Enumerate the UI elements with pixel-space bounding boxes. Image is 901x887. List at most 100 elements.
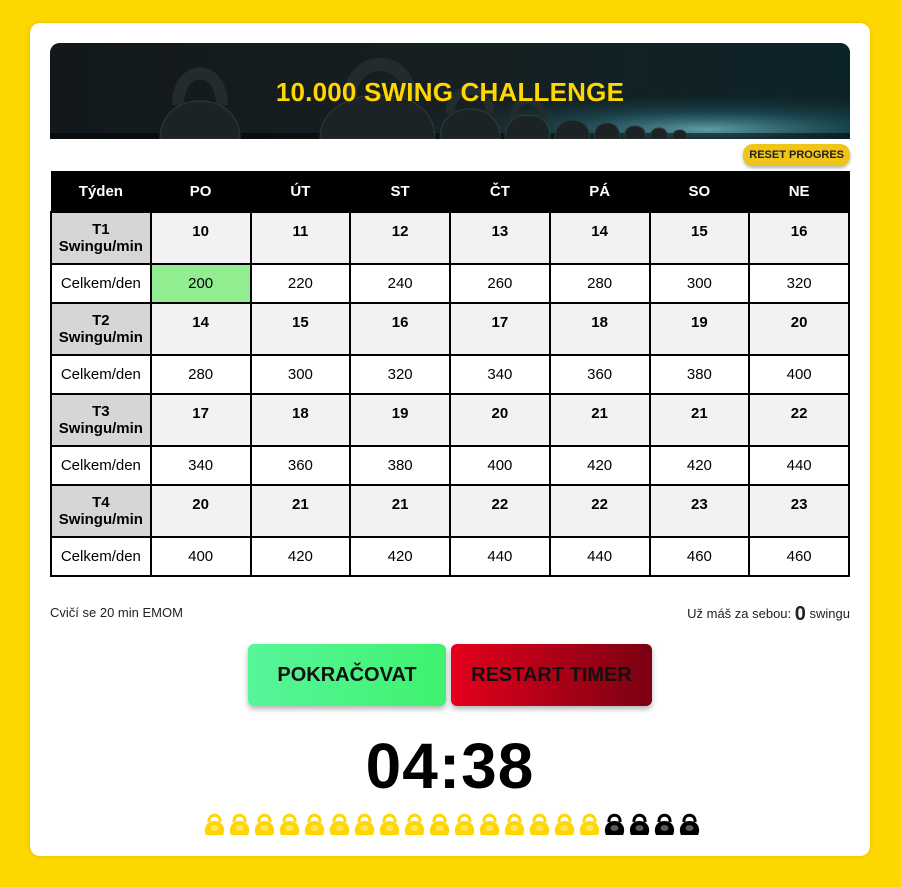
workout-note: Cvičí se 20 min EMOM: [50, 605, 183, 620]
daily-total-cell[interactable]: 460: [748, 536, 850, 577]
daily-total-cell[interactable]: 260: [449, 263, 551, 304]
column-header-day: ÚT: [250, 171, 351, 213]
swings-per-minute-cell: 20: [449, 393, 551, 447]
swings-per-minute-cell: 19: [648, 302, 751, 356]
table-row-swings: T4 Swingu/min 20 21 21 22 22 23 23: [50, 484, 850, 538]
daily-total-cell[interactable]: 440: [449, 536, 551, 577]
week-label-bottom: Swingu/min: [58, 238, 143, 255]
daily-total-cell[interactable]: 380: [648, 354, 751, 395]
kettlebell-icon: [279, 813, 300, 835]
column-header-day: ST: [349, 171, 451, 213]
swings-per-minute-cell: 22: [449, 484, 551, 538]
daily-total-cell[interactable]: 420: [349, 536, 451, 577]
daily-total-cell[interactable]: 340: [449, 354, 551, 395]
week-label: T4 Swingu/min: [50, 484, 152, 538]
daily-total-cell[interactable]: 420: [249, 536, 352, 577]
table-row-totals: Celkem/den 340 360 380 400 420 420 440: [50, 445, 850, 486]
table-row-swings: T2 Swingu/min 14 15 16 17 18 19 20: [50, 302, 850, 356]
column-header-day: PÁ: [549, 171, 650, 213]
reset-progress-button[interactable]: RESET PROGRES: [743, 144, 850, 166]
daily-total-cell[interactable]: 440: [548, 536, 651, 577]
table-row-swings: T1 Swingu/min 10 11 12 13 14 15 16: [50, 211, 850, 265]
total-label: Celkem/den: [50, 445, 152, 486]
daily-total-cell[interactable]: 280: [149, 354, 252, 395]
table-header-row: Týden PO ÚT ST ČT PÁ SO NE: [50, 171, 850, 213]
total-label: Celkem/den: [50, 354, 152, 395]
daily-total-cell[interactable]: 300: [249, 354, 352, 395]
kettlebell-icon: [504, 813, 525, 835]
table-row-swings: T3 Swingu/min 17 18 19 20 21 21 22: [50, 393, 850, 447]
daily-total-cell[interactable]: 400: [149, 536, 252, 577]
kettlebell-icon: [604, 813, 625, 835]
kettlebell-icon: [304, 813, 325, 835]
daily-total-cell[interactable]: 220: [249, 263, 352, 304]
swings-per-minute-cell: 21: [648, 393, 751, 447]
kettlebell-icon: [654, 813, 675, 835]
table-row-totals: Celkem/den 280 300 320 340 360 380 400: [50, 354, 850, 395]
daily-total-cell[interactable]: 440: [748, 445, 850, 486]
swings-per-minute-cell: 21: [249, 484, 352, 538]
daily-total-cell[interactable]: 320: [349, 354, 451, 395]
swings-per-minute-cell: 12: [349, 211, 451, 265]
daily-total-cell[interactable]: 320: [748, 263, 850, 304]
kettlebell-icon: [454, 813, 475, 835]
swings-per-minute-cell: 19: [349, 393, 451, 447]
kettlebell-icon: [379, 813, 400, 835]
schedule-table: Týden PO ÚT ST ČT PÁ SO NE T1 Swingu/min 1…: [50, 171, 850, 577]
daily-total-cell-completed[interactable]: 200: [149, 263, 252, 304]
kettlebell-icon: [204, 813, 225, 835]
page-title: 10.000 SWING CHALLENGE: [275, 77, 625, 107]
column-header-day: SO: [649, 171, 750, 213]
countdown-timer: 04:38: [365, 730, 535, 802]
table-row-totals: Celkem/den 400 420 420 440 440 460 460: [50, 536, 850, 577]
swings-per-minute-cell: 15: [648, 211, 751, 265]
swings-per-minute-cell: 23: [648, 484, 751, 538]
daily-total-cell[interactable]: 300: [648, 263, 751, 304]
swings-per-minute-cell: 13: [449, 211, 551, 265]
column-header-week: Týden: [50, 171, 152, 213]
total-label: Celkem/den: [50, 536, 152, 577]
week-label-top: T3: [92, 403, 110, 420]
swings-per-minute-cell: 20: [748, 302, 850, 356]
swings-per-minute-cell: 21: [349, 484, 451, 538]
week-label-top: T4: [92, 494, 110, 511]
swing-counter-value: 0: [794, 603, 806, 625]
daily-total-cell[interactable]: 380: [349, 445, 451, 486]
column-header-day: ČT: [449, 171, 551, 213]
swings-per-minute-cell: 15: [249, 302, 352, 356]
kettlebell-icon: [679, 813, 700, 835]
swing-counter: Už máš za sebou: 0 swingu: [687, 603, 850, 626]
swings-per-minute-cell: 10: [149, 211, 252, 265]
week-label-bottom: Swingu/min: [58, 329, 143, 346]
kettlebell-icon: [329, 813, 350, 835]
swings-per-minute-cell: 14: [149, 302, 252, 356]
daily-total-cell[interactable]: 420: [548, 445, 651, 486]
daily-total-cell[interactable]: 400: [748, 354, 850, 395]
challenge-card: 10.000 SWING CHALLENGE RESET PROGRES Týd…: [30, 23, 870, 856]
column-header-day: PO: [150, 171, 251, 213]
total-label: Celkem/den: [50, 263, 152, 304]
daily-total-cell[interactable]: 420: [648, 445, 751, 486]
kettlebell-icon: [479, 813, 500, 835]
swings-per-minute-cell: 17: [449, 302, 551, 356]
minute-progress: [202, 810, 702, 838]
daily-total-cell[interactable]: 240: [349, 263, 451, 304]
week-label-top: T1: [92, 221, 110, 238]
daily-total-cell[interactable]: 460: [648, 536, 751, 577]
daily-total-cell[interactable]: 340: [149, 445, 252, 486]
daily-total-cell[interactable]: 360: [548, 354, 651, 395]
continue-button[interactable]: POKRAČOVAT: [248, 644, 446, 706]
daily-total-cell[interactable]: 360: [249, 445, 352, 486]
banner: 10.000 SWING CHALLENGE: [50, 43, 850, 139]
daily-total-cell[interactable]: 280: [548, 263, 651, 304]
swings-per-minute-cell: 21: [548, 393, 651, 447]
swings-per-minute-cell: 18: [548, 302, 651, 356]
restart-timer-button[interactable]: RESTART TIMER: [451, 644, 652, 706]
swings-per-minute-cell: 22: [748, 393, 850, 447]
week-label-bottom: Swingu/min: [58, 511, 143, 528]
daily-total-cell[interactable]: 400: [449, 445, 551, 486]
swings-per-minute-cell: 11: [249, 211, 352, 265]
kettlebell-icon: [554, 813, 575, 835]
kettlebell-icon: [254, 813, 275, 835]
swings-per-minute-cell: 16: [349, 302, 451, 356]
